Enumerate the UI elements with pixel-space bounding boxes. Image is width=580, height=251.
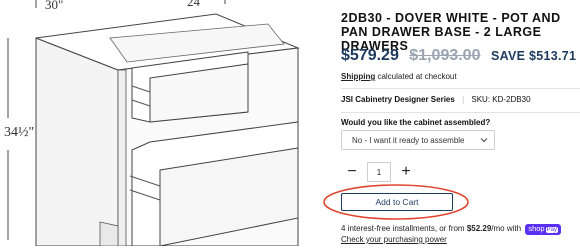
divider — [341, 112, 580, 113]
depth-dimension-label: 24 — [187, 0, 200, 9]
installments-amount: $52.29 — [466, 224, 492, 233]
shop-pay-pay: Pay — [545, 227, 558, 233]
vendor-name: JSI Cabinetry Designer Series — [341, 95, 455, 104]
check-purchasing-power-link[interactable]: Check your purchasing power — [341, 235, 447, 244]
vendor-row: JSI Cabinetry Designer Series | SKU: KD-… — [341, 95, 531, 104]
assembly-select[interactable]: No - I want it ready to assemble — [341, 130, 495, 150]
shop-pay-logo[interactable]: shop Pay — [525, 224, 561, 235]
current-price: $579.29 — [341, 47, 399, 64]
sku-label: SKU: — [471, 95, 491, 104]
divider — [341, 88, 580, 89]
savings-badge: SAVE $513.71 — [490, 49, 577, 63]
product-image: 30" 24 34½" — [0, 0, 330, 247]
compare-at-price: $1,093.00 — [409, 47, 481, 64]
quantity-stepper: − 1 + — [341, 161, 417, 183]
assembly-option-label: Would you like the cabinet assembled? — [341, 118, 491, 127]
quantity-decrease-button[interactable]: − — [341, 161, 363, 183]
shipping-note: Shipping calculated at checkout — [341, 72, 457, 81]
shipping-text: calculated at checkout — [375, 72, 457, 81]
price-row: $579.29 $1,093.00 SAVE $513.71 — [341, 47, 576, 65]
width-dimension-label: 30" — [45, 0, 64, 12]
installments-suffix: /mo with — [491, 224, 524, 233]
installments-prefix: 4 interest-free installments, or from — [341, 224, 467, 233]
cabinet-drawing — [7, 0, 300, 247]
quantity-input[interactable]: 1 — [367, 162, 391, 182]
shop-pay-shop: shop — [528, 224, 545, 233]
shipping-link[interactable]: Shipping — [341, 72, 375, 81]
separator: | — [462, 95, 465, 104]
quantity-increase-button[interactable]: + — [395, 161, 417, 183]
sku-value: KD-2DB30 — [492, 95, 531, 104]
height-dimension-label: 34½" — [4, 125, 35, 140]
assembly-select-value: No - I want it ready to assemble — [352, 135, 465, 145]
chevron-down-icon — [480, 138, 488, 143]
add-to-cart-button[interactable]: Add to Cart — [341, 193, 453, 211]
installments-text: 4 interest-free installments, or from $5… — [341, 224, 561, 235]
